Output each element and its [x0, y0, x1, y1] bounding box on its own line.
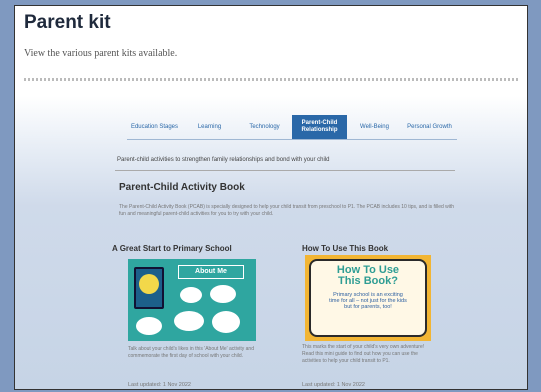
category-tabs: Education Stages Learning Technology Par… [127, 115, 457, 140]
section-description: The Parent-Child Activity Book (PCAB) is… [119, 204, 455, 217]
tab-education-stages[interactable]: Education Stages [127, 115, 182, 139]
card-title-great-start[interactable]: A Great Start to Primary School [112, 244, 232, 253]
parent-kit-panel: Parent kit View the various parent kits … [14, 5, 528, 390]
tab-divider [115, 170, 455, 171]
tab-personal-growth[interactable]: Personal Growth [402, 115, 457, 139]
card-title-how-to-use[interactable]: How To Use This Book [302, 244, 388, 253]
bubble-shape [212, 311, 240, 333]
thumbnail-about-me[interactable]: About Me [128, 259, 256, 341]
book-illustration [134, 267, 164, 309]
card-date-great-start: Last updated: 1 Nov 2022 [128, 382, 191, 388]
tab-well-being[interactable]: Well-Being [347, 115, 402, 139]
tab-learning[interactable]: Learning [182, 115, 237, 139]
bubble-shape [136, 317, 162, 335]
bubble-shape [180, 287, 202, 303]
thumbnail-heading: How To Use This Book? [336, 264, 400, 287]
card-date-how-to-use: Last updated: 1 Nov 2022 [302, 382, 365, 388]
tab-description: Parent-child activities to strengthen fa… [117, 157, 330, 163]
bubble-shape [174, 311, 204, 331]
bubble-shape [210, 285, 236, 303]
tab-parent-child-relationship[interactable]: Parent-Child Relationship [292, 115, 347, 139]
thumbnail-how-to-use[interactable]: How To Use This Book? Primary school is … [305, 255, 431, 341]
thumbnail-heading: About Me [178, 265, 244, 279]
page-subtitle: View the various parent kits available. [24, 48, 178, 59]
thumbnail-subtext: Primary school is an exciting time for a… [329, 292, 407, 310]
card-description-great-start: Talk about your child's likes in this 'A… [128, 346, 254, 359]
section-title: Parent-Child Activity Book [119, 182, 245, 193]
content-area: Education Stages Learning Technology Par… [15, 96, 527, 389]
divider [24, 78, 520, 81]
tab-technology[interactable]: Technology [237, 115, 292, 139]
page-title: Parent kit [24, 12, 111, 33]
card-description-how-to-use: This marks the start of your child's ver… [302, 344, 425, 364]
